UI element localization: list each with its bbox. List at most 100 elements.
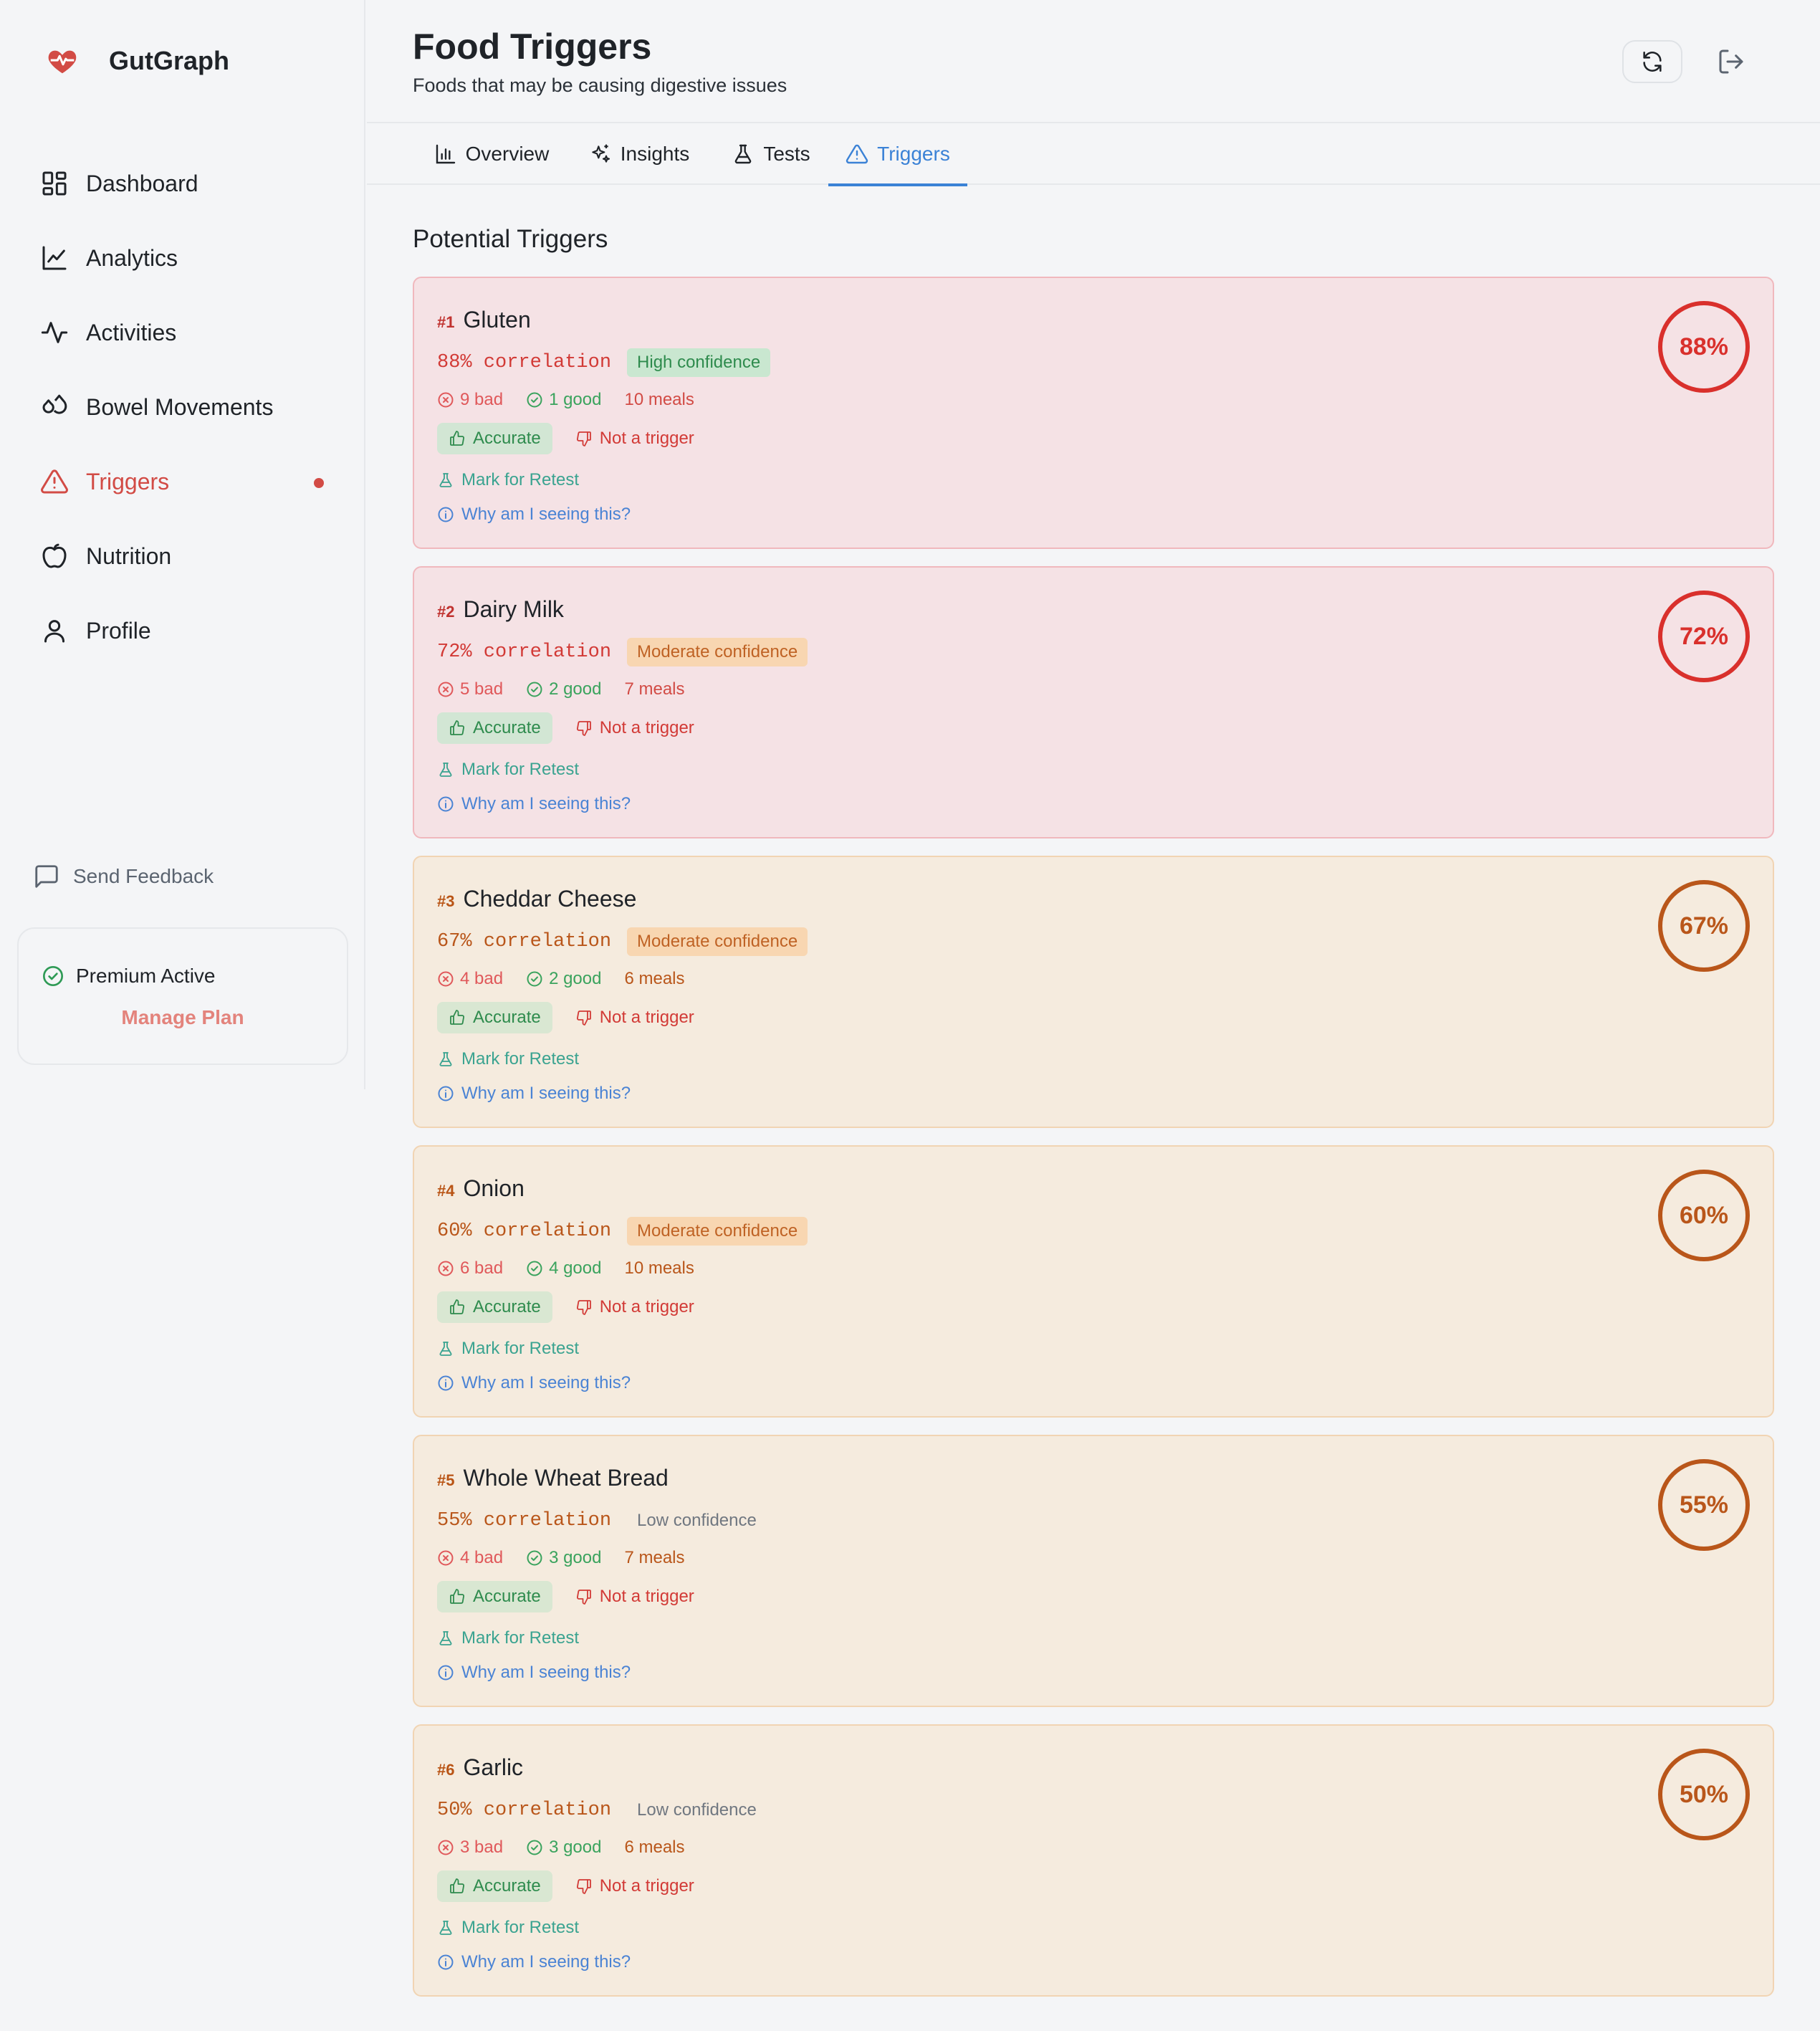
- apple-icon: [42, 543, 67, 568]
- info-icon: [438, 1375, 454, 1391]
- bad-count: 9 bad: [437, 390, 503, 410]
- sidebar-item-activities[interactable]: Activities: [0, 295, 365, 370]
- food-name: Garlic: [463, 1754, 524, 1780]
- sidebar-item-triggers[interactable]: Triggers: [0, 444, 365, 519]
- not-a-trigger-button[interactable]: Not a trigger: [575, 1008, 694, 1028]
- log-out-icon: [1719, 49, 1743, 74]
- check-circle-icon: [527, 1261, 542, 1276]
- tab-overview[interactable]: Overview: [427, 123, 556, 185]
- refresh-button[interactable]: [1622, 40, 1682, 83]
- warning-triangle-icon: [846, 144, 868, 164]
- tab-triggers[interactable]: Triggers: [828, 123, 967, 186]
- sidebar-item-label: Analytics: [86, 244, 178, 271]
- trigger-card: #6 Garlic 50% correlation Low confidence…: [413, 1724, 1774, 1997]
- trigger-rank: #5: [437, 1471, 455, 1489]
- why-am-i-seeing-this-link[interactable]: Why am I seeing this?: [437, 1952, 631, 1972]
- why-am-i-seeing-this-link[interactable]: Why am I seeing this?: [437, 1663, 631, 1683]
- why-am-i-seeing-this-link[interactable]: Why am I seeing this?: [437, 794, 631, 814]
- not-a-trigger-button[interactable]: Not a trigger: [575, 718, 694, 738]
- dashboard-icon: [42, 171, 67, 196]
- tab-tests[interactable]: Tests: [722, 123, 820, 185]
- accurate-button[interactable]: Accurate: [437, 712, 552, 744]
- why-am-i-seeing-this-link[interactable]: Why am I seeing this?: [437, 1373, 631, 1393]
- correlation-value: 88% correlation: [437, 352, 612, 373]
- brand[interactable]: GutGraph: [46, 44, 229, 77]
- sidebar-item-label: Profile: [86, 617, 151, 644]
- bar-chart-icon: [436, 144, 455, 164]
- button-label: Mark for Retest: [461, 1049, 580, 1069]
- food-name: Cheddar Cheese: [463, 886, 637, 912]
- correlation-percent-ring: 60%: [1658, 1170, 1750, 1261]
- stat-label: 6 meals: [624, 1838, 685, 1857]
- button-label: Accurate: [473, 718, 541, 737]
- x-circle-icon: [438, 1261, 454, 1276]
- stat-label: 4 bad: [460, 1548, 504, 1567]
- why-am-i-seeing-this-link[interactable]: Why am I seeing this?: [437, 505, 631, 525]
- meal-count: 6 meals: [624, 969, 684, 989]
- not-a-trigger-button[interactable]: Not a trigger: [575, 1297, 694, 1317]
- trigger-header: #1 Gluten: [437, 307, 531, 333]
- mark-for-retest-button[interactable]: Mark for Retest: [437, 1628, 579, 1648]
- food-name: Gluten: [463, 307, 531, 333]
- trigger-card: #5 Whole Wheat Bread 55% correlation Low…: [413, 1435, 1774, 1707]
- stat-label: 3 bad: [460, 1838, 504, 1857]
- button-label: Accurate: [473, 1297, 541, 1316]
- correlation-value: 55% correlation: [437, 1510, 612, 1531]
- trigger-header: #5 Whole Wheat Bread: [437, 1465, 669, 1491]
- correlation-value: 72% correlation: [437, 641, 612, 663]
- meal-stats: 4 bad 2 good 6 meals: [437, 969, 708, 989]
- thumbs-up-icon: [450, 720, 464, 735]
- stat-label: 10 meals: [624, 390, 694, 409]
- button-label: Not a trigger: [599, 1587, 694, 1606]
- accurate-button[interactable]: Accurate: [437, 1581, 552, 1612]
- mark-for-retest-button[interactable]: Mark for Retest: [437, 760, 579, 780]
- sidebar-item-bowel-movements[interactable]: Bowel Movements: [0, 370, 365, 444]
- mark-for-retest-button[interactable]: Mark for Retest: [437, 1049, 579, 1069]
- tab-label: Tests: [763, 143, 810, 165]
- tab-insights[interactable]: Insights: [579, 123, 699, 185]
- heart-pulse-icon: [48, 50, 77, 74]
- send-feedback-button[interactable]: Send Feedback: [33, 863, 214, 890]
- user-icon: [44, 620, 64, 643]
- accurate-button[interactable]: Accurate: [437, 423, 552, 454]
- sidebar-item-nutrition[interactable]: Nutrition: [0, 519, 365, 593]
- stat-label: 1 good: [549, 390, 602, 409]
- notification-dot: [314, 478, 324, 488]
- info-icon: [438, 1954, 454, 1970]
- check-circle-icon: [527, 971, 542, 987]
- x-circle-icon: [438, 971, 454, 987]
- accurate-button[interactable]: Accurate: [437, 1002, 552, 1033]
- check-circle-icon: [527, 1550, 542, 1566]
- logout-button[interactable]: [1714, 44, 1748, 79]
- info-icon: [438, 507, 454, 522]
- why-am-i-seeing-this-link[interactable]: Why am I seeing this?: [437, 1084, 631, 1104]
- correlation-percent-ring: 50%: [1658, 1749, 1750, 1840]
- accurate-button[interactable]: Accurate: [437, 1870, 552, 1902]
- not-a-trigger-button[interactable]: Not a trigger: [575, 1876, 694, 1896]
- feedback-row: Accurate Not a trigger: [437, 1581, 694, 1612]
- trigger-rank: #6: [437, 1761, 455, 1779]
- sidebar-item-analytics[interactable]: Analytics: [0, 221, 365, 295]
- correlation-row: 55% correlation Low confidence: [437, 1506, 767, 1535]
- refresh-icon: [1643, 51, 1662, 72]
- check-circle-icon: [527, 392, 542, 408]
- correlation-value: 67% correlation: [437, 931, 612, 952]
- button-label: Why am I seeing this?: [461, 505, 631, 524]
- meal-stats: 5 bad 2 good 7 meals: [437, 679, 708, 699]
- thumbs-up-icon: [450, 431, 464, 446]
- sidebar-item-dashboard[interactable]: Dashboard: [0, 146, 365, 221]
- mark-for-retest-button[interactable]: Mark for Retest: [437, 470, 579, 490]
- accurate-button[interactable]: Accurate: [437, 1291, 552, 1323]
- section-title: Potential Triggers: [413, 225, 608, 253]
- not-a-trigger-button[interactable]: Not a trigger: [575, 1587, 694, 1607]
- mark-for-retest-button[interactable]: Mark for Retest: [437, 1339, 579, 1359]
- trigger-header: #4 Onion: [437, 1175, 525, 1202]
- not-a-trigger-button[interactable]: Not a trigger: [575, 429, 694, 449]
- sidebar-item-profile[interactable]: Profile: [0, 593, 365, 668]
- bad-count: 4 bad: [437, 1548, 503, 1568]
- stat-label: 9 bad: [460, 390, 504, 409]
- mark-for-retest-button[interactable]: Mark for Retest: [437, 1918, 579, 1938]
- manage-plan-button[interactable]: Manage Plan: [19, 1006, 347, 1029]
- warning-triangle-icon: [41, 469, 68, 494]
- sidebar-item-label: Bowel Movements: [86, 393, 274, 420]
